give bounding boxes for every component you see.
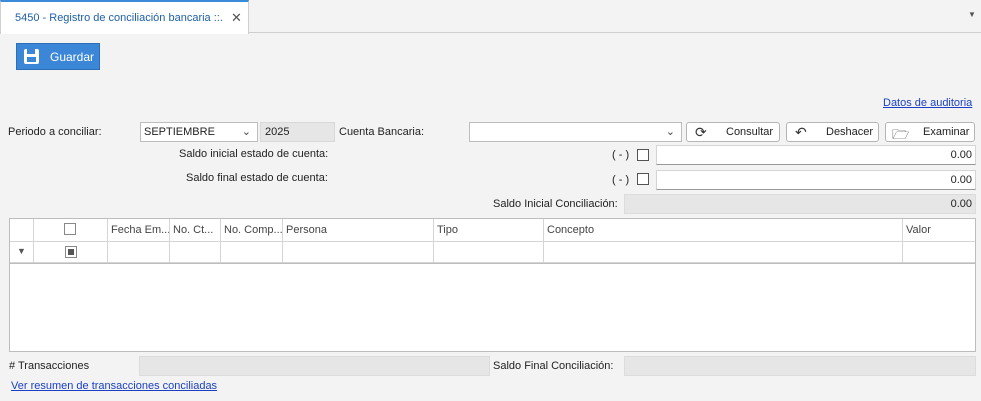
grid-filter-value[interactable]	[903, 242, 975, 263]
reconciled-summary-link[interactable]: Ver resumen de transacciones conciliadas	[11, 380, 217, 392]
indeterminate-mark	[68, 249, 74, 255]
period-year-field: 2025	[260, 122, 335, 142]
grid-header-concept[interactable]: Concepto	[544, 219, 903, 242]
final-reconciliation-field	[624, 356, 976, 376]
grid-filter-date[interactable]	[108, 242, 170, 263]
chevron-down-icon: ⌄	[241, 126, 251, 138]
negative-marker: ( - )	[612, 174, 630, 186]
negative-marker: ( - )	[612, 149, 630, 161]
final-negative-checkbox[interactable]	[637, 173, 649, 185]
select-all-checkbox[interactable]	[64, 223, 76, 235]
final-reconciliation-label: Saldo Final Conciliación:	[493, 360, 614, 372]
grid-header-date[interactable]: Fecha Em...	[108, 219, 170, 242]
bank-account-select[interactable]: ⌄	[469, 122, 682, 142]
grid-filter-indicator[interactable]: ▼	[10, 242, 34, 263]
initial-reconciliation-value: 0.00	[950, 198, 972, 210]
period-month-select[interactable]: SEPTIEMBRE ⌄	[140, 122, 258, 142]
grid-header-value[interactable]: Valor	[903, 219, 975, 242]
undo-icon: ↶	[795, 124, 807, 140]
undo-button[interactable]: ↶ Deshacer	[786, 122, 879, 142]
save-button[interactable]: Guardar	[16, 43, 100, 70]
grid-header-type-label: Tipo	[437, 224, 458, 236]
audit-data-link[interactable]: Datos de auditoria	[883, 97, 972, 109]
grid-filter-voucher[interactable]	[221, 242, 283, 263]
grid-header-voucher-label: No. Comp...	[224, 224, 282, 236]
grid-filter-concept[interactable]	[544, 242, 903, 263]
consult-button[interactable]: ⟳ Consultar	[686, 122, 780, 142]
transactions-count-label: # Transacciones	[9, 360, 90, 372]
close-icon[interactable]: ✕	[231, 10, 242, 26]
grid-header-account[interactable]: No. Ct...	[170, 219, 221, 242]
grid-divider	[10, 263, 975, 264]
grid-header-date-label: Fecha Em...	[111, 224, 169, 236]
final-statement-value: 0.00	[950, 174, 972, 186]
initial-statement-label: Saldo inicial estado de cuenta:	[179, 148, 329, 160]
grid-header-indicator	[10, 219, 34, 242]
grid-filter-type[interactable]	[434, 242, 544, 263]
transactions-count-field	[139, 356, 490, 376]
grid-header-value-label: Valor	[906, 224, 931, 236]
grid-header-person[interactable]: Persona	[283, 219, 434, 242]
tab-title: 5450 - Registro de conciliación bancaria…	[15, 12, 223, 24]
save-button-label: Guardar	[50, 50, 95, 64]
consult-button-label: Consultar	[726, 126, 774, 138]
bank-account-label: Cuenta Bancaria:	[339, 126, 424, 138]
tab-list-dropdown-icon[interactable]: ▼	[968, 10, 976, 19]
grid-header-select	[34, 219, 108, 242]
filter-checkbox[interactable]	[65, 246, 77, 258]
period-year-value: 2025	[265, 126, 290, 138]
grid-header-person-label: Persona	[286, 224, 327, 236]
grid-header-type[interactable]: Tipo	[434, 219, 544, 242]
grid-header-account-label: No. Ct...	[173, 224, 214, 236]
grid-header-concept-label: Concepto	[547, 224, 595, 236]
period-label: Periodo a conciliar:	[8, 126, 102, 138]
undo-button-label: Deshacer	[826, 126, 874, 138]
final-statement-input[interactable]: 0.00	[656, 170, 976, 190]
initial-negative-checkbox[interactable]	[637, 149, 649, 161]
initial-statement-value: 0.00	[950, 149, 972, 161]
initial-statement-input[interactable]: 0.00	[656, 145, 976, 165]
grid-filter-account[interactable]	[170, 242, 221, 263]
grid-filter-select	[34, 242, 108, 263]
final-statement-label: Saldo final estado de cuenta:	[186, 172, 328, 184]
initial-reconciliation-label: Saldo Inicial Conciliación:	[493, 198, 618, 210]
chevron-down-icon: ⌄	[665, 126, 675, 138]
tab-reconciliation[interactable]: 5450 - Registro de conciliación bancaria…	[0, 0, 249, 34]
grid-header-voucher[interactable]: No. Comp...	[221, 219, 283, 242]
period-month-value: SEPTIEMBRE	[144, 126, 215, 138]
filter-icon: ▼	[17, 246, 26, 256]
browse-button[interactable]: 🗁 Examinar	[885, 122, 975, 142]
search-icon: ⟳	[695, 124, 707, 140]
browse-button-label: Examinar	[923, 126, 970, 138]
transactions-grid[interactable]: Fecha Em... No. Ct... No. Comp... Person…	[9, 218, 976, 352]
initial-reconciliation-field: 0.00	[624, 194, 976, 214]
floppy-disk-icon	[24, 49, 39, 64]
grid-filter-person[interactable]	[283, 242, 434, 263]
